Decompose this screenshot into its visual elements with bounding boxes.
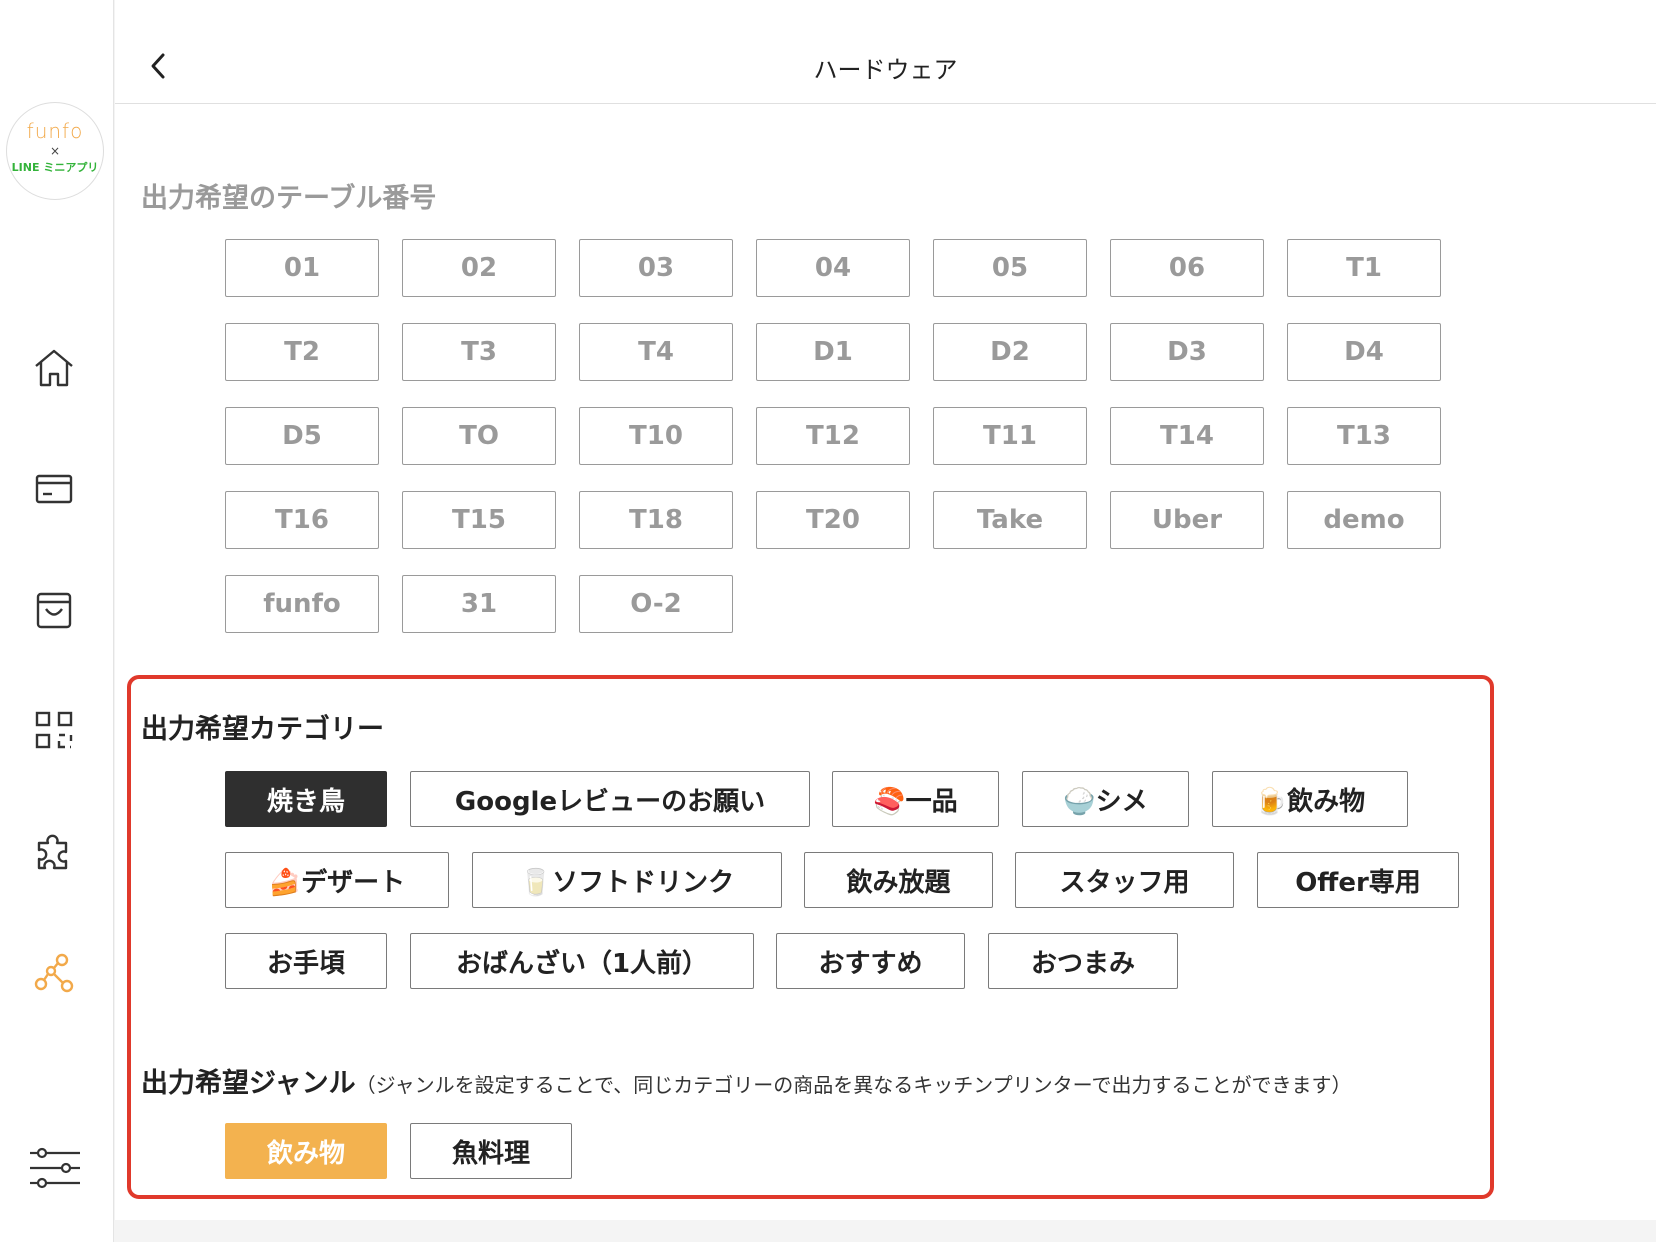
logo-text-line-miniapp: LINE ミニアプリ [11,161,99,174]
table-chip[interactable]: TO [402,407,556,465]
table-chip[interactable]: Take [933,491,1087,549]
table-chip[interactable]: T12 [756,407,910,465]
card-icon[interactable] [30,465,78,513]
table-chip[interactable]: 02 [402,239,556,297]
tables-section-title: 出力希望のテーブル番号 [141,183,437,214]
table-chip[interactable]: D4 [1287,323,1441,381]
table-chip[interactable]: T13 [1287,407,1441,465]
table-chip[interactable]: T3 [402,323,556,381]
bag-icon[interactable] [30,586,78,634]
page-header: ハードウェア [115,0,1656,104]
highlight-annotation-box [127,675,1494,1199]
funfo-line-logo: funfo × LINE ミニアプリ [6,102,104,200]
table-chip[interactable]: demo [1287,491,1441,549]
sliders-icon[interactable] [28,1144,82,1192]
table-chip[interactable]: T14 [1110,407,1264,465]
puzzle-icon[interactable] [30,828,78,876]
table-chip[interactable]: T15 [402,491,556,549]
logo-text-funfo: funfo [26,119,84,143]
table-chip[interactable]: D3 [1110,323,1264,381]
table-chip[interactable]: D5 [225,407,379,465]
table-chip[interactable]: 03 [579,239,733,297]
table-chip[interactable]: T1 [1287,239,1441,297]
table-chip[interactable]: 04 [756,239,910,297]
table-chip[interactable]: 01 [225,239,379,297]
qr-code-icon[interactable] [30,706,78,754]
table-chip[interactable]: T4 [579,323,733,381]
table-chip[interactable]: T18 [579,491,733,549]
table-chip[interactable]: T16 [225,491,379,549]
table-chip[interactable]: O-2 [579,575,733,633]
table-chip[interactable]: funfo [225,575,379,633]
home-icon[interactable] [30,344,78,392]
table-chip[interactable]: 05 [933,239,1087,297]
table-chip[interactable]: D2 [933,323,1087,381]
sidebar: funfo × LINE ミニアプリ [0,0,114,1242]
network-icon[interactable] [30,949,78,997]
table-chip[interactable]: D1 [756,323,910,381]
table-chip[interactable]: 06 [1110,239,1264,297]
table-chip[interactable]: T2 [225,323,379,381]
page-title: ハードウェア [813,56,958,84]
table-chip[interactable]: T11 [933,407,1087,465]
table-chip[interactable]: T10 [579,407,733,465]
logo-text-cross: × [49,144,61,158]
table-chip[interactable]: T20 [756,491,910,549]
table-chip[interactable]: Uber [1110,491,1264,549]
table-chip[interactable]: 31 [402,575,556,633]
